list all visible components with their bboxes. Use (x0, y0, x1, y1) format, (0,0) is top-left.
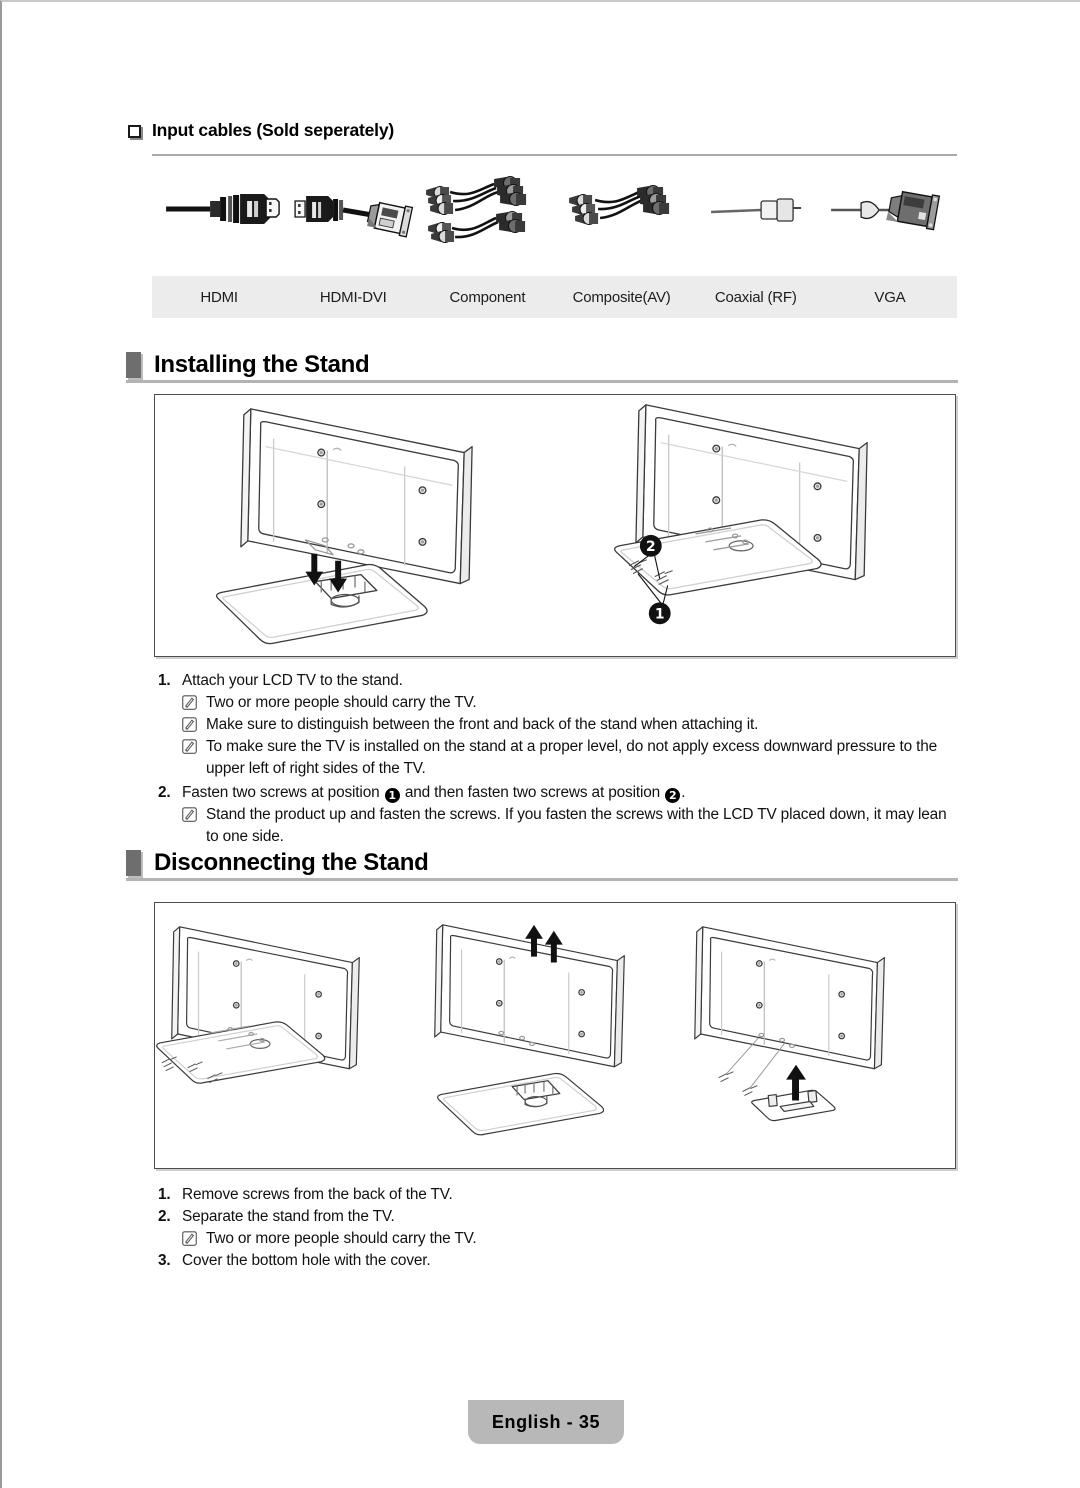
note-text: Two or more people should carry the TV. (206, 694, 477, 711)
input-cables-divider (152, 154, 957, 156)
installing-figure-box: 2 1 (154, 394, 956, 657)
page-footer: English - 35 (468, 1400, 624, 1444)
input-cables-heading-label: Input cables (Sold seperately) (152, 120, 394, 140)
coaxial-rf-cable-icon (689, 168, 823, 276)
note-icon (182, 695, 197, 710)
step-text: Fasten two screws at position 1 and then… (182, 782, 962, 804)
disconnecting-step-3: 3. Cover the bottom hole with the cover. (152, 1250, 962, 1272)
step-number: 1. (158, 672, 171, 689)
composite-av-cable-icon (555, 168, 689, 276)
cable-label-component: Component (449, 288, 526, 306)
cable-images-row (152, 168, 957, 276)
step-text-before: Fasten two screws at position (182, 784, 380, 801)
note-icon (182, 717, 197, 732)
step-text: Attach your LCD TV to the stand. (182, 672, 403, 689)
installing-heading-divider (126, 380, 958, 383)
hdmi-cable-icon (152, 168, 286, 276)
input-cables-table: HDMI HDMI-DVI Component Composite(AV) Co… (152, 168, 957, 318)
installing-step-1: 1. Attach your LCD TV to the stand. (152, 670, 962, 692)
hdmi-dvi-cable-icon (286, 168, 420, 276)
figure-tv-lifted-off-stand-base (422, 903, 689, 1168)
step-number: 2. (158, 784, 171, 801)
step-number: 3. (158, 1252, 171, 1269)
step-text: Cover the bottom hole with the cover. (182, 1252, 431, 1269)
step-text-middle: and then fasten two screws at position (404, 784, 661, 801)
disconnecting-the-stand-heading: Disconnecting the Stand (126, 849, 429, 876)
installing-the-stand-heading: Installing the Stand (126, 351, 370, 378)
svg-text:2: 2 (646, 539, 656, 555)
disconnecting-the-stand-label: Disconnecting the Stand (154, 849, 429, 876)
step-number: 2. (158, 1208, 171, 1225)
disconnecting-step-2-note-1: Two or more people should carry the TV. (152, 1228, 962, 1250)
disconnecting-figure-box (154, 902, 956, 1169)
cable-label-coaxial-rf: Coaxial (RF) (714, 288, 797, 306)
svg-text:1: 1 (655, 606, 665, 622)
component-cable-icon (420, 168, 554, 276)
installing-step-2-note-1: Stand the product up and fasten the scre… (152, 804, 962, 848)
figure-tv-bottom-hole-cover (688, 903, 955, 1168)
manual-page: Input cables (Sold seperately) HDMI HDMI… (0, 0, 1080, 1488)
installing-the-stand-label: Installing the Stand (154, 351, 370, 378)
cable-labels-row: HDMI HDMI-DVI Component Composite(AV) Co… (152, 276, 957, 318)
step-text-after: . (681, 784, 686, 801)
bullet-square-icon (128, 125, 141, 138)
installing-steps: 1. Attach your LCD TV to the stand. Two … (152, 670, 962, 848)
note-icon (182, 807, 197, 822)
cable-label-vga: VGA (874, 288, 906, 306)
marker-1: 1 (384, 788, 400, 803)
disconnecting-step-1: 1. Remove screws from the back of the TV… (152, 1184, 962, 1206)
installing-step-1-note-2: Make sure to distinguish between the fro… (152, 714, 962, 736)
cable-label-composite-av: Composite(AV) (572, 288, 671, 306)
note-text: Stand the product up and fasten the scre… (206, 806, 947, 845)
marker-2: 2 (665, 788, 681, 803)
heading-accent-bar (126, 850, 141, 876)
input-cables-heading: Input cables (Sold seperately) (128, 120, 394, 141)
step-number: 1. (158, 1186, 171, 1203)
installing-step-2: 2. Fasten two screws at position 1 and t… (152, 782, 962, 804)
disconnecting-steps: 1. Remove screws from the back of the TV… (152, 1184, 962, 1272)
step-text: Remove screws from the back of the TV. (182, 1186, 453, 1203)
page-number-label: English - 35 (491, 1411, 601, 1432)
figure-tv-with-stand-screws-removed (155, 903, 422, 1168)
step-text: Separate the stand from the TV. (182, 1208, 395, 1225)
heading-accent-bar (126, 352, 141, 378)
vga-cable-icon (823, 168, 957, 276)
installing-step-1-note-3: To make sure the TV is installed on the … (152, 736, 962, 780)
note-icon (182, 739, 197, 754)
note-icon (182, 1231, 197, 1246)
figure-tv-back-with-stand-base-arrows-down (155, 395, 555, 656)
installing-step-1-note-1: Two or more people should carry the TV. (152, 692, 962, 714)
cable-label-hdmi-dvi: HDMI-DVI (319, 288, 387, 306)
cable-label-hdmi: HDMI (200, 288, 238, 306)
note-text: To make sure the TV is installed on the … (206, 738, 938, 777)
disconnecting-heading-divider (126, 878, 958, 881)
disconnecting-step-2: 2. Separate the stand from the TV. (152, 1206, 962, 1228)
figure-tv-back-with-screw-positions: 2 1 (555, 395, 955, 656)
note-text: Two or more people should carry the TV. (206, 1230, 477, 1247)
note-text: Make sure to distinguish between the fro… (206, 716, 759, 733)
